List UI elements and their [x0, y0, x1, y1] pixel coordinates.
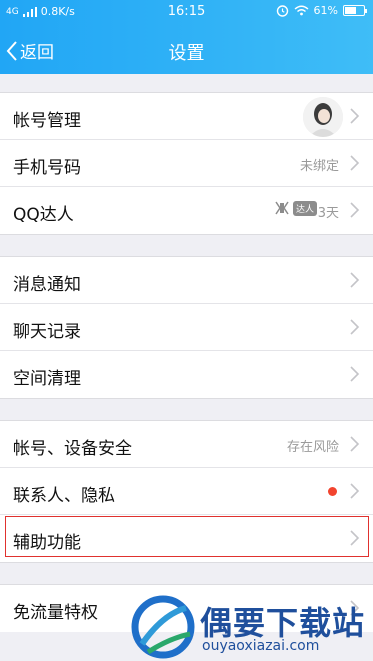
row-label: 联系人、隐私	[13, 486, 115, 506]
watermark-logo-icon	[131, 595, 195, 659]
alarm-icon	[276, 5, 288, 17]
row-label: 辅助功能	[13, 533, 81, 553]
row-chat-history[interactable]: 聊天记录	[0, 304, 373, 351]
row-account-management[interactable]: 帐号管理	[0, 93, 373, 140]
chevron-right-icon	[350, 108, 360, 124]
status-bar: 4G 0.8K/s 16:15 61%	[0, 0, 373, 24]
row-label: 帐号管理	[13, 111, 81, 131]
chevron-right-icon	[350, 530, 360, 546]
row-label: 手机号码	[13, 158, 81, 178]
daren-tag: 达人	[292, 200, 317, 216]
header: 4G 0.8K/s 16:15 61% 返回 设置	[0, 0, 373, 74]
battery-icon	[343, 5, 367, 16]
nav-bar: 返回 设置	[0, 28, 373, 72]
settings-group-account: 帐号管理 手机号码 未绑定 QQ达人 达人 3天	[0, 92, 373, 235]
row-value: 未绑定	[299, 159, 339, 174]
row-qq-daren[interactable]: QQ达人 达人 3天	[0, 187, 373, 234]
watermark-url: ouyaoxiazai.com	[202, 638, 320, 654]
row-label: 免流量特权	[13, 603, 98, 623]
chevron-right-icon	[350, 272, 360, 288]
row-contacts-privacy[interactable]: 联系人、隐私	[0, 468, 373, 515]
settings-group-general: 消息通知 聊天记录 空间清理	[0, 256, 373, 399]
row-account-security[interactable]: 帐号、设备安全 存在风险	[0, 421, 373, 468]
chevron-right-icon	[350, 483, 360, 499]
row-label: 帐号、设备安全	[13, 439, 132, 459]
chevron-right-icon	[350, 155, 360, 171]
wifi-icon	[294, 5, 308, 16]
daren-icon	[275, 201, 289, 215]
row-accessibility[interactable]: 辅助功能	[0, 515, 373, 562]
row-value: 存在风险	[286, 440, 339, 455]
page-title: 设置	[168, 43, 205, 64]
row-notifications[interactable]: 消息通知	[0, 257, 373, 304]
avatar	[303, 97, 343, 137]
row-label: 消息通知	[13, 275, 81, 295]
settings-group-security: 帐号、设备安全 存在风险 联系人、隐私 辅助功能	[0, 420, 373, 563]
row-label: 空间清理	[13, 369, 81, 389]
status-right: 61%	[276, 4, 367, 17]
chevron-right-icon	[350, 366, 360, 382]
row-phone-number[interactable]: 手机号码 未绑定	[0, 140, 373, 187]
daren-badge: 达人	[273, 199, 317, 217]
row-value: 3天	[317, 206, 339, 221]
row-label: QQ达人	[13, 205, 74, 225]
row-label: 聊天记录	[13, 322, 81, 342]
notification-dot	[328, 487, 337, 496]
battery-percent: 61%	[313, 4, 338, 17]
watermark: 偶要下载站 ouyaoxiazai.com	[130, 592, 373, 661]
chevron-right-icon	[350, 202, 360, 218]
chevron-right-icon	[350, 436, 360, 452]
chevron-right-icon	[350, 319, 360, 335]
row-storage-cleanup[interactable]: 空间清理	[0, 351, 373, 398]
